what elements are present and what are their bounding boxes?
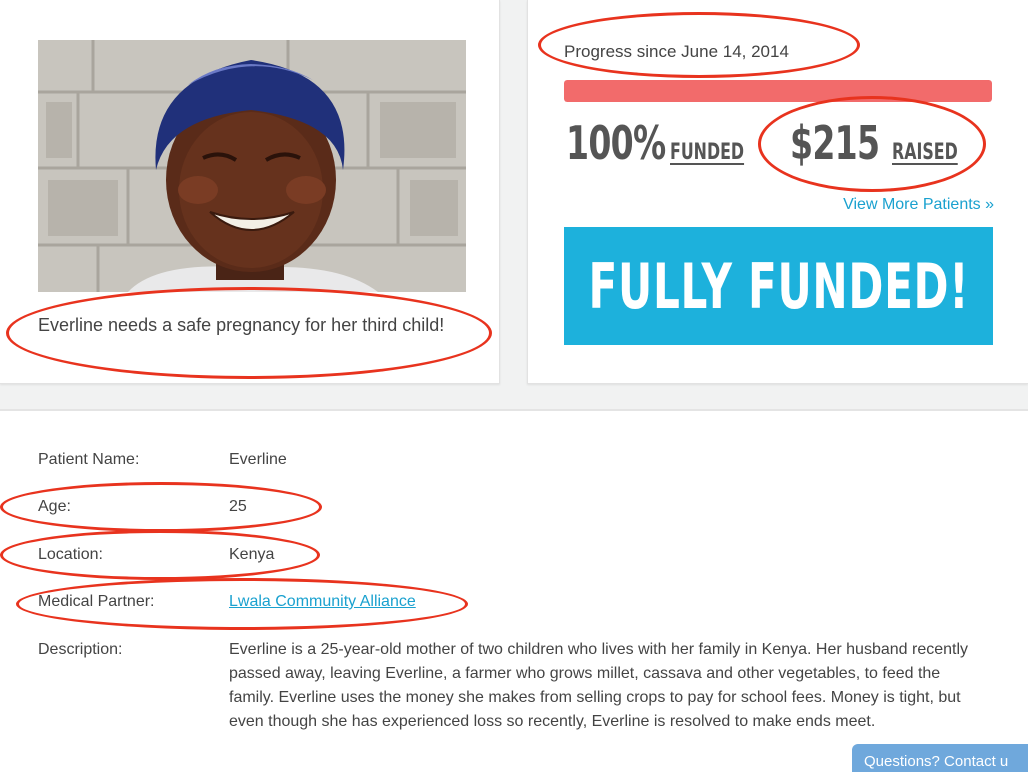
detail-label: Description: bbox=[38, 641, 123, 658]
view-more-patients-link[interactable]: View More Patients » bbox=[843, 196, 994, 214]
raised-label: RAISED bbox=[892, 140, 958, 165]
funded-label: FUNDED bbox=[670, 140, 745, 165]
detail-label: Patient Name: bbox=[38, 451, 140, 468]
fully-funded-label: FULLY FUNDED! bbox=[588, 249, 969, 323]
patient-photo bbox=[38, 40, 466, 292]
description-text: Everline is a 25-year-old mother of two … bbox=[229, 641, 969, 730]
progress-bar bbox=[564, 80, 992, 102]
medical-partner-link[interactable]: Lwala Community Alliance bbox=[229, 590, 416, 614]
raised-amount: $215 bbox=[790, 116, 880, 170]
questions-contact-widget[interactable]: Questions? Contact u bbox=[852, 744, 1028, 772]
progress-since-label: Progress since June 14, 2014 bbox=[564, 42, 789, 61]
detail-value: Kenya bbox=[229, 546, 275, 563]
percent-funded: 100% bbox=[566, 116, 666, 170]
detail-label: Location: bbox=[38, 546, 103, 563]
patient-headline: Everline needs a safe pregnancy for her … bbox=[38, 315, 445, 335]
fully-funded-button[interactable]: FULLY FUNDED! bbox=[564, 227, 993, 345]
funding-stats: 100% FUNDED $215 RAISED bbox=[566, 116, 972, 170]
detail-value: Everline bbox=[229, 451, 287, 468]
detail-label: Medical Partner: bbox=[38, 593, 155, 610]
detail-value: 25 bbox=[229, 498, 247, 515]
progress-bar-fill bbox=[564, 80, 992, 102]
detail-label: Age: bbox=[38, 498, 71, 515]
